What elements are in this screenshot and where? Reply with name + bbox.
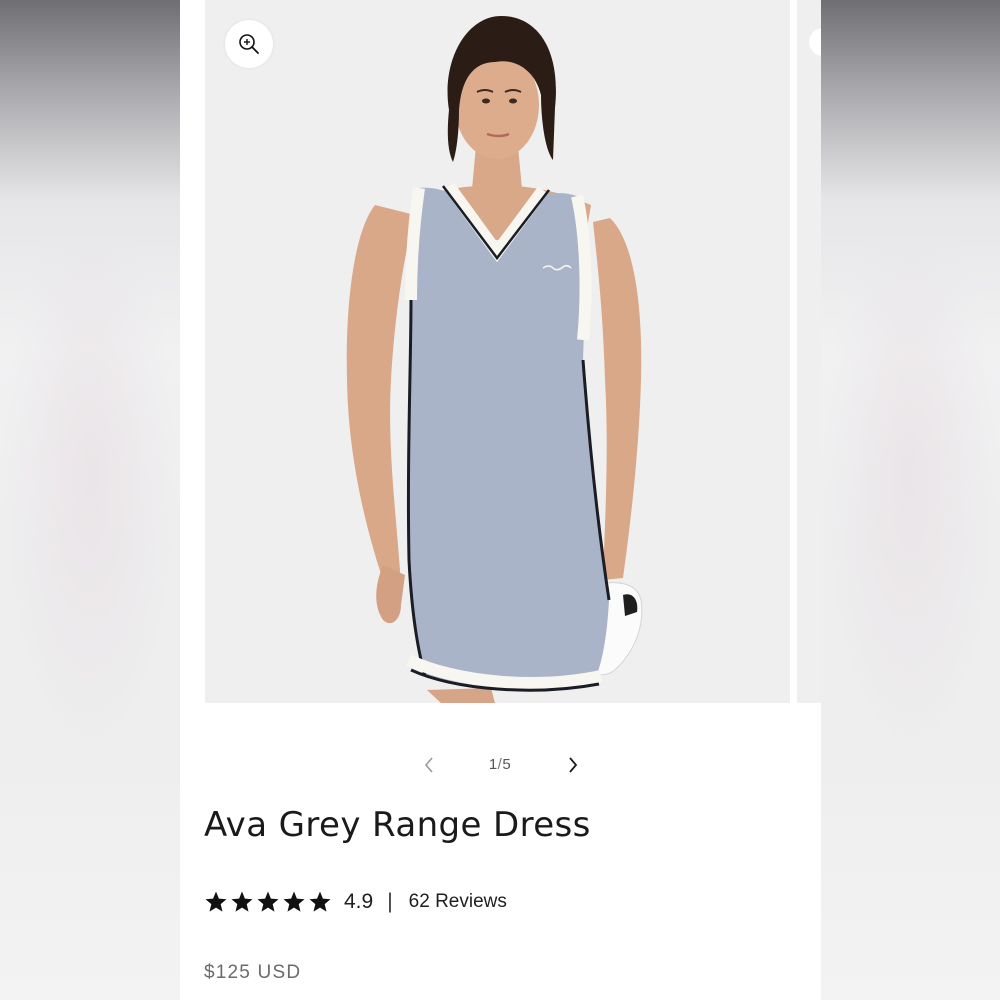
- rating-separator: |: [387, 890, 393, 913]
- product-card: 1/5 Ava Grey Range Dress 4.9 | 62 Review…: [180, 0, 821, 1000]
- previous-slide-button[interactable]: [416, 748, 442, 782]
- product-price: $125 USD: [204, 962, 302, 983]
- product-title: Ava Grey Range Dress: [204, 805, 591, 845]
- star-icon: [309, 891, 331, 912]
- next-slide-preview[interactable]: [797, 0, 821, 703]
- star-icon: [283, 891, 305, 912]
- star-icon: [205, 891, 227, 912]
- star-rating: [204, 890, 332, 914]
- product-image-gallery[interactable]: [205, 0, 790, 703]
- reviews-link[interactable]: 62 Reviews: [409, 891, 507, 913]
- blurred-backdrop-right: [821, 0, 1000, 1000]
- current-slide: 1: [488, 756, 498, 773]
- star-icon: [231, 891, 253, 912]
- zoom-in-icon: [239, 34, 259, 54]
- slide-pager: 1/5: [180, 748, 821, 782]
- total-slides: 5: [502, 756, 512, 773]
- blurred-backdrop-left: [0, 0, 180, 1000]
- chevron-left-icon: [424, 757, 433, 773]
- chevron-right-icon: [569, 757, 578, 773]
- product-photo: [205, 0, 790, 703]
- next-slide-button[interactable]: [560, 748, 586, 782]
- star-icon: [257, 891, 279, 912]
- zoom-button[interactable]: [225, 20, 273, 68]
- slide-counter: 1/5: [460, 756, 540, 773]
- product-rating: 4.9 | 62 Reviews: [204, 885, 507, 919]
- rating-value: 4.9: [344, 890, 374, 913]
